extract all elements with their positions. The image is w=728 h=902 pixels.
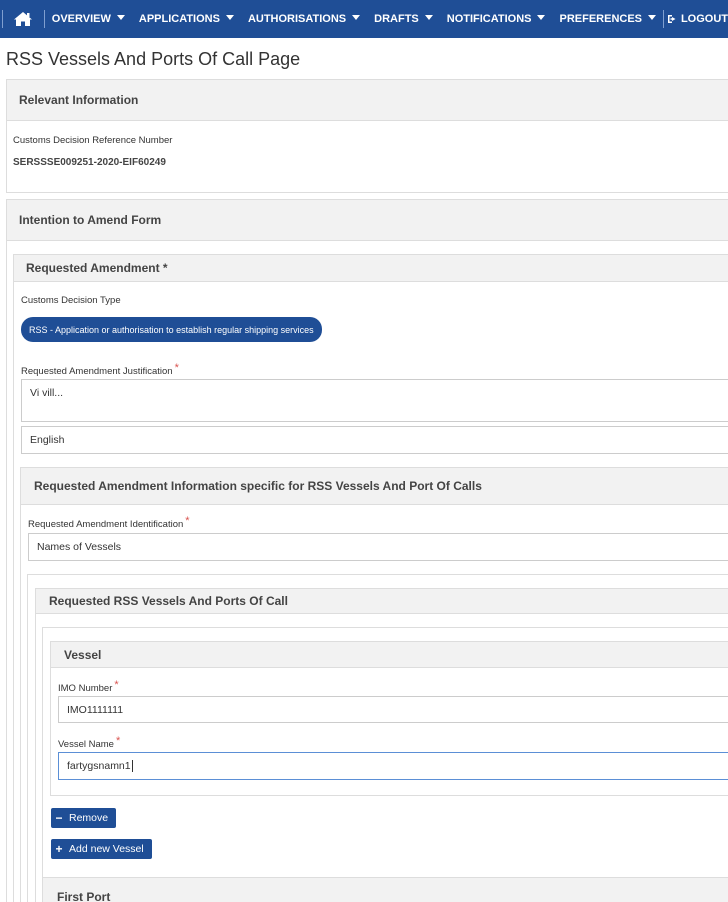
caret-down-icon xyxy=(537,14,546,20)
vessel-name-input[interactable]: fartygsnamn1 xyxy=(58,752,728,780)
caret-down-icon xyxy=(648,14,657,20)
nav-item-label: AUTHORISATIONS xyxy=(247,13,347,25)
imo-number-label: IMO Number * xyxy=(58,679,119,694)
language-select[interactable]: English xyxy=(21,426,728,454)
nav-item-overview[interactable]: OVERVIEW xyxy=(45,0,132,38)
customs-decision-ref-label: Customs Decision Reference Number xyxy=(13,135,173,146)
plus-icon: + xyxy=(55,842,63,856)
nav-item-label: APPLICATIONS xyxy=(138,13,220,25)
justification-textarea[interactable]: Vi vill... xyxy=(21,379,728,422)
nav-item-notifications[interactable]: NOTIFICATIONS xyxy=(440,0,553,38)
nav-item-applications[interactable]: APPLICATIONS xyxy=(132,0,241,38)
amendment-identification-label: Requested Amendment Identification * xyxy=(28,515,190,530)
vessel-name-label: Vessel Name * xyxy=(58,735,121,750)
first-port-panel: First Port xyxy=(42,877,728,902)
remove-label: Remove xyxy=(69,812,109,824)
justification-value: Vi vill... xyxy=(30,387,64,399)
language-value: English xyxy=(30,434,65,446)
remove-vessel-button[interactable]: − Remove xyxy=(51,808,117,828)
caret-down-icon xyxy=(424,14,433,20)
nav-item-label: DRAFTS xyxy=(374,13,419,25)
identification-value: Names of Vessels xyxy=(37,541,122,553)
caret-down-icon xyxy=(352,14,361,20)
justification-label: Requested Amendment Justification * xyxy=(21,362,179,377)
imo-label-text: IMO Number xyxy=(58,683,113,694)
caret-down-icon xyxy=(116,14,125,20)
nav-item-label: OVERVIEW xyxy=(51,13,111,25)
nav-item-authorisations[interactable]: AUTHORISATIONS xyxy=(241,0,367,38)
text-cursor xyxy=(131,760,133,772)
imo-number-input[interactable]: IMO1111111 xyxy=(58,696,728,723)
identification-label-text: Requested Amendment Identification xyxy=(28,519,184,530)
panel-heading-text: Intention to Amend Form xyxy=(19,213,162,227)
add-vessel-label: Add new Vessel xyxy=(69,843,144,855)
add-new-vessel-button[interactable]: + Add new Vessel xyxy=(51,839,152,859)
panel-heading-text: First Port xyxy=(57,890,111,902)
imo-value: IMO1111111 xyxy=(67,703,124,716)
requested-vessels-ports-heading: Requested RSS Vessels And Ports Of Call xyxy=(36,589,728,614)
nav-item-label: PREFERENCES xyxy=(559,13,643,25)
top-navigation-bar: OVERVIEW APPLICATIONS AUTHORISATIONS DRA… xyxy=(0,0,728,38)
requested-amendment-heading: Requested Amendment * xyxy=(14,255,728,282)
relevant-information-heading: Relevant Information xyxy=(7,80,728,121)
required-asterisk: * xyxy=(174,362,179,374)
required-asterisk: * xyxy=(114,679,119,691)
customs-decision-type-label: Customs Decision Type xyxy=(21,295,121,306)
home-button[interactable] xyxy=(3,0,44,38)
nav-item-label: NOTIFICATIONS xyxy=(446,13,532,25)
vessel-name-value: fartygsnamn1 xyxy=(67,760,131,772)
nav-item-preferences[interactable]: PREFERENCES xyxy=(552,0,663,38)
nav-item-drafts[interactable]: DRAFTS xyxy=(367,0,440,38)
sign-out-icon xyxy=(667,15,676,23)
amendment-specific-info-heading: Requested Amendment Information specific… xyxy=(21,468,728,505)
logout-label: LOGOUT xyxy=(680,13,728,25)
minus-icon: − xyxy=(55,811,63,825)
required-asterisk: * xyxy=(185,515,190,527)
required-asterisk: * xyxy=(115,735,121,747)
panel-heading-text: Requested Amendment Information specific… xyxy=(34,479,482,493)
justification-label-text: Requested Amendment Justification xyxy=(21,366,173,377)
caret-down-icon xyxy=(225,14,234,20)
home-icon xyxy=(14,12,33,26)
first-port-heading: First Port xyxy=(43,878,728,902)
panel-heading-text: Requested RSS Vessels And Ports Of Call xyxy=(49,594,288,608)
panel-heading-text: Requested Amendment * xyxy=(26,261,168,275)
logout-button[interactable]: LOGOUT xyxy=(664,0,728,38)
customs-decision-type-badge: RSS - Application or authorisation to es… xyxy=(21,317,322,342)
vessel-name-label-text: Vessel Name xyxy=(58,739,114,750)
intention-to-amend-heading: Intention to Amend Form xyxy=(7,200,728,241)
vessel-heading: Vessel xyxy=(51,642,728,668)
page-title: RSS Vessels And Ports Of Call Page xyxy=(6,49,301,69)
amendment-identification-select[interactable]: Names of Vessels xyxy=(28,533,728,561)
panel-heading-text: Vessel xyxy=(64,647,102,662)
panel-heading-text: Relevant Information xyxy=(19,93,139,107)
customs-decision-ref-value: SERSSSE009251-2020-EIF60249 xyxy=(13,157,166,168)
